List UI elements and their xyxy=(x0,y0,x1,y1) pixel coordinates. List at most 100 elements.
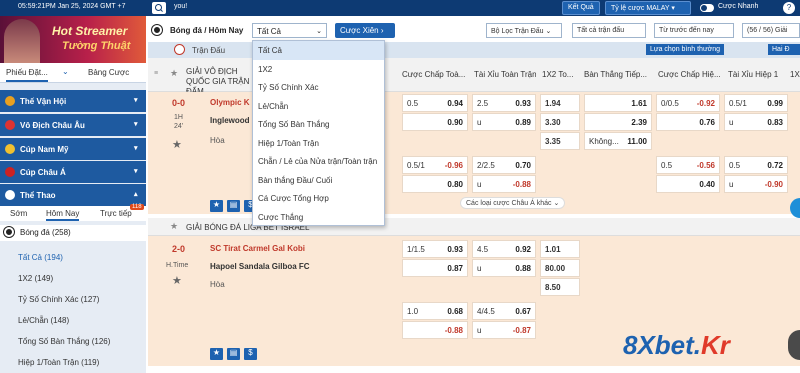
odds-cell[interactable]: u -0.90 xyxy=(724,175,788,193)
odds-cell[interactable]: u -0.88 xyxy=(472,175,536,193)
odds-cell[interactable]: 0.90 xyxy=(402,113,468,131)
search-input[interactable]: you! xyxy=(174,3,187,10)
odds-type-select[interactable]: Tỷ lệ cược MALAY ▾ xyxy=(605,1,691,15)
odds-cell[interactable]: 4/4.5 0.67 xyxy=(472,302,536,320)
tab-bet-slip[interactable]: Phiếu Đặt... xyxy=(6,68,48,82)
stats-icon[interactable]: ▤ xyxy=(227,200,240,212)
sidebar-item-1x2[interactable]: 1X2 (149) xyxy=(18,274,53,283)
ou-odds: 0.93 xyxy=(515,99,531,108)
odds-cell[interactable]: 0.5/1 -0.96 xyxy=(402,156,468,174)
sport-soccer-header[interactable]: Bóng đá (258) xyxy=(0,225,146,241)
search-icon[interactable] xyxy=(152,2,166,14)
1x2-odds: 3.30 xyxy=(545,118,561,127)
ou-line: u xyxy=(477,180,482,189)
odds-cell[interactable]: 0.87 xyxy=(402,259,468,277)
home-team: Olympic K xyxy=(210,98,250,107)
dropdown-option[interactable]: Tất Cả xyxy=(253,41,384,60)
favorite-star-icon[interactable]: ★ xyxy=(172,138,182,151)
odds-cell[interactable]: u -0.87 xyxy=(472,321,536,339)
ou-odds: 0.92 xyxy=(515,245,531,254)
odds-cell[interactable]: 1.01 xyxy=(540,240,580,258)
chevron-down-icon[interactable]: ⌄ xyxy=(62,67,69,76)
odds-cell[interactable]: 2.39 xyxy=(584,113,652,131)
results-button[interactable]: Kết Quả xyxy=(562,1,600,15)
dropdown-option[interactable]: Hiệp 1/Toàn Trận xyxy=(253,134,384,153)
dollar-icon[interactable]: $ xyxy=(244,348,257,360)
odds-cell[interactable]: 4.5 0.92 xyxy=(472,240,536,258)
odds-cell[interactable]: 2/2.5 0.70 xyxy=(472,156,536,174)
star-icon[interactable]: ★ xyxy=(210,348,223,360)
ah-odds: 0.94 xyxy=(447,99,463,108)
tab-today[interactable]: Hôm Nay xyxy=(46,209,80,221)
sidebar: Hot Streamer Tường Thuật Phiếu Đặt... ⌄ … xyxy=(0,16,146,373)
sidebar-item-total-goals[interactable]: Tổng Số Bàn Thắng (126) xyxy=(18,337,110,346)
star-icon[interactable]: ★ xyxy=(210,200,223,212)
category-sports[interactable]: Thể Thao ▴ xyxy=(0,184,146,206)
sidebar-item-ht-ft[interactable]: Hiệp 1/Toàn Trận (119) xyxy=(18,358,99,367)
odds-cell[interactable]: 80.00 xyxy=(540,259,580,277)
odds-cell[interactable]: 0.5 -0.56 xyxy=(656,156,720,174)
view-option-select[interactable]: Lựa chọn bình thường xyxy=(646,44,725,55)
odds-cell[interactable]: 0.5 0.94 xyxy=(402,94,468,112)
odds-cell[interactable]: 1.0 0.68 xyxy=(402,302,468,320)
category-copa-america[interactable]: Cúp Nam Mỹ ▾ xyxy=(0,138,146,160)
odds-cell[interactable]: 1.94 xyxy=(540,94,580,112)
more-markets-button[interactable]: Các loại cược Châu Á khác ⌄ xyxy=(460,197,566,209)
tab-live[interactable]: Trực tiếp xyxy=(100,209,132,218)
star-icon[interactable]: ★ xyxy=(170,221,178,232)
odds-cell[interactable]: 8.50 xyxy=(540,278,580,296)
collapse-icon[interactable]: ≡ xyxy=(154,70,158,77)
odds-cell[interactable]: 0.80 xyxy=(402,175,468,193)
odds-cell[interactable]: 0.76 xyxy=(656,113,720,131)
side-scroll-handle[interactable] xyxy=(788,330,800,360)
dropdown-option[interactable]: Cược Thắng xyxy=(253,208,384,227)
match-filter-label: Bộ Lọc Trận Đấu xyxy=(491,28,544,35)
odds-cell[interactable]: 0.5 0.72 xyxy=(724,156,788,174)
streamer-banner[interactable]: Hot Streamer Tường Thuật xyxy=(0,16,146,63)
stats-icon[interactable]: ▤ xyxy=(227,348,240,360)
odds-cell[interactable]: 3.35 xyxy=(540,132,580,150)
dropdown-option[interactable]: Cá Cược Tổng Hợp xyxy=(253,189,384,208)
dropdown-option[interactable]: Tổng Số Bàn Thắng xyxy=(253,115,384,134)
odds-cell[interactable]: u 0.89 xyxy=(472,113,536,131)
odds-cell[interactable]: -0.88 xyxy=(402,321,468,339)
quick-bet-toggle[interactable] xyxy=(700,4,714,12)
odds-cell[interactable]: 3.30 xyxy=(540,113,580,131)
odds-cell[interactable]: 0/0.5 -0.92 xyxy=(656,94,720,112)
dropdown-option[interactable]: Chẵn / Lẻ của Nửa trận/Toàn trận xyxy=(253,152,384,171)
sidebar-item-correct-score[interactable]: Tỷ Số Chính Xác (127) xyxy=(18,295,99,304)
match-filter-select[interactable]: Bộ Lọc Trận Đấu ⌄ xyxy=(486,23,562,38)
combo-bet-button[interactable]: Cược Xiên › xyxy=(335,23,395,38)
all-matches-select[interactable]: Tất cả trận đấu xyxy=(572,23,646,38)
odds-cell[interactable]: 0.5/1 0.99 xyxy=(724,94,788,112)
view-option-secondary[interactable]: Hai Đ xyxy=(768,44,800,55)
chevron-down-icon: ▾ xyxy=(134,97,138,104)
category-euro[interactable]: Vô Địch Châu Âu ▾ xyxy=(0,114,146,136)
dropdown-option[interactable]: Lẻ/Chẵn xyxy=(253,97,384,116)
odds-cell[interactable]: 2.5 0.93 xyxy=(472,94,536,112)
favorite-star-icon[interactable]: ★ xyxy=(172,274,182,287)
sidebar-item-odd-even[interactable]: Lẻ/Chẵn (148) xyxy=(18,316,69,325)
star-icon[interactable]: ★ xyxy=(170,68,178,79)
tab-bet-list[interactable]: Bảng Cược xyxy=(88,68,129,77)
odds-cell[interactable]: u 0.88 xyxy=(472,259,536,277)
market-select[interactable]: Tất Cả ⌄ xyxy=(252,23,327,38)
help-icon[interactable]: ? xyxy=(783,2,795,14)
dropdown-option[interactable]: Bàn thắng Đầu/ Cuối xyxy=(253,171,384,190)
odds-cell[interactable]: 0.40 xyxy=(656,175,720,193)
category-asian-cup[interactable]: Cúp Châu Á ▾ xyxy=(0,161,146,183)
odds-cell[interactable]: u 0.83 xyxy=(724,113,788,131)
banner-subtitle: Tường Thuật xyxy=(62,40,131,52)
odds-cell[interactable]: 1/1.5 0.93 xyxy=(402,240,468,258)
category-olympics[interactable]: Thế Vận Hội ▾ xyxy=(0,90,146,112)
sidebar-item-all[interactable]: Tất Cả (194) xyxy=(18,253,63,262)
sidebar-item-label: 1X2 xyxy=(18,274,33,283)
side-expand-handle[interactable] xyxy=(790,198,800,218)
dropdown-option[interactable]: Tỷ Số Chính Xác xyxy=(253,78,384,97)
odds-cell[interactable]: Không... 11.00 xyxy=(584,132,652,150)
sort-order-select[interactable]: Từ trước đến nay xyxy=(654,23,734,38)
odds-cell[interactable]: 1.61 xyxy=(584,94,652,112)
tab-early[interactable]: Sớm xyxy=(10,209,27,218)
dropdown-option[interactable]: 1X2 xyxy=(253,60,384,79)
logo-accent: Kr xyxy=(701,330,730,360)
